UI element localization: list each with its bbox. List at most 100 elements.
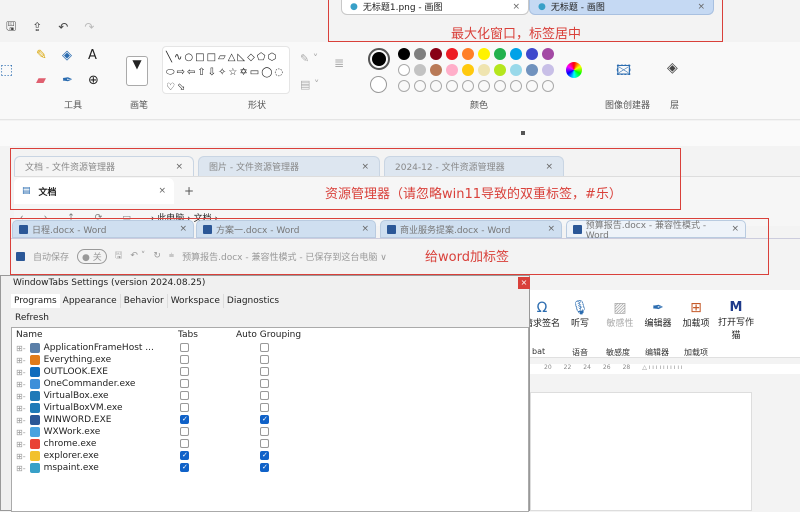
autosave-toggle[interactable]: ● 关 <box>77 248 107 264</box>
color-swatch[interactable] <box>398 64 410 76</box>
open-xiezuomao-button[interactable]: M 打开写作猫 <box>716 300 756 341</box>
tab-appearance[interactable]: Appearance <box>60 294 121 308</box>
select-icon[interactable]: ⬚ <box>0 62 13 78</box>
sensitivity-button[interactable]: ▨ 敏感性 <box>602 300 638 329</box>
tabs-checkbox[interactable] <box>180 427 189 436</box>
outline-icon[interactable]: ✎ ˅ <box>300 52 318 65</box>
color-swatch[interactable] <box>430 48 442 60</box>
color-swatch[interactable] <box>542 48 554 60</box>
color-swatch[interactable] <box>414 48 426 60</box>
column-name[interactable]: Name <box>16 330 43 340</box>
close-button[interactable]: × <box>518 277 530 289</box>
refresh-button[interactable]: Refresh <box>15 313 49 323</box>
eraser-icon[interactable]: ▰ <box>36 73 62 88</box>
close-tab-icon[interactable]: × <box>731 224 739 234</box>
expand-icon[interactable]: ⊞- <box>16 392 26 401</box>
expand-icon[interactable]: ⊞- <box>16 416 26 425</box>
tabs-checkbox[interactable] <box>180 379 189 388</box>
auto-grouping-checkbox[interactable] <box>260 343 269 352</box>
color-swatch[interactable] <box>494 80 506 92</box>
explorer-inner-tab[interactable]: ▤ 文档 × <box>14 178 174 204</box>
tab-diagnostics[interactable]: Diagnostics <box>224 294 282 308</box>
primary-color[interactable] <box>368 48 390 70</box>
expand-icon[interactable]: ⊞- <box>16 428 26 437</box>
color-swatch[interactable] <box>462 64 474 76</box>
auto-grouping-checkbox[interactable] <box>260 463 269 472</box>
close-tab-icon[interactable]: × <box>361 224 369 234</box>
tab-programs[interactable]: Programs <box>11 294 60 308</box>
close-tab-icon[interactable]: × <box>179 224 187 234</box>
color-swatch[interactable] <box>398 80 410 92</box>
image-creator-icon[interactable]: 🖾 <box>616 60 631 84</box>
tabs-checkbox[interactable] <box>180 451 189 460</box>
indent-marker[interactable]: △ ı ı ı ı ı ı ı ı ı ı <box>642 364 682 374</box>
color-swatch[interactable] <box>510 80 522 92</box>
expand-icon[interactable]: ⊞- <box>16 464 26 473</box>
shapes-gallery[interactable]: ╲∿○□□▱△◺◇⬠⬡⬭⇨⇦⇧⇩✧☆✡▭◯◌♡⬂ <box>162 46 290 94</box>
close-tab-icon[interactable]: × <box>361 162 369 172</box>
undo-icon[interactable]: ↶ ˅ <box>130 251 145 261</box>
word-tab[interactable]: 日程.docx - Word × <box>12 220 194 238</box>
tab-behavior[interactable]: Behavior <box>121 294 168 308</box>
column-auto-grouping[interactable]: Auto Grouping <box>236 330 301 340</box>
tabs-checkbox[interactable] <box>180 367 189 376</box>
column-tabs[interactable]: Tabs <box>178 330 198 340</box>
expand-icon[interactable]: ⊞- <box>16 344 26 353</box>
auto-grouping-checkbox[interactable] <box>260 367 269 376</box>
explorer-outer-tab[interactable]: 文档 - 文件资源管理器 × <box>14 156 194 176</box>
color-swatch[interactable] <box>446 64 458 76</box>
close-tab-icon[interactable]: × <box>512 2 520 12</box>
close-tab-icon[interactable]: × <box>697 2 705 12</box>
resize-handle[interactable] <box>521 131 525 135</box>
expand-icon[interactable]: ⊞- <box>16 452 26 461</box>
undo-icon[interactable]: ↶ <box>58 20 68 34</box>
expand-icon[interactable]: ⊞- <box>16 368 26 377</box>
share-icon[interactable]: ⇪ <box>32 20 42 34</box>
secondary-color[interactable] <box>370 76 387 93</box>
color-swatch[interactable] <box>462 80 474 92</box>
customize-icon[interactable]: ⩧ <box>169 251 174 261</box>
redo-icon[interactable]: ↷ <box>84 20 94 34</box>
auto-grouping-checkbox[interactable] <box>260 379 269 388</box>
close-tab-icon[interactable]: × <box>158 186 166 196</box>
auto-grouping-checkbox[interactable] <box>260 439 269 448</box>
save-icon[interactable]: 🖫 <box>115 248 123 264</box>
new-tab-button[interactable]: + <box>184 184 194 198</box>
expand-icon[interactable]: ⊞- <box>16 380 26 389</box>
canvas-area[interactable] <box>0 121 800 146</box>
paint-tab[interactable]: ● 无标题1.png - 画图 × <box>341 0 529 15</box>
color-swatch[interactable] <box>526 80 538 92</box>
tabs-checkbox[interactable] <box>180 415 189 424</box>
color-swatch[interactable] <box>478 80 490 92</box>
color-swatch[interactable] <box>510 64 522 76</box>
expand-icon[interactable]: ⊞- <box>16 356 26 365</box>
color-swatch[interactable] <box>494 48 506 60</box>
color-swatch[interactable] <box>510 48 522 60</box>
tabs-checkbox[interactable] <box>180 343 189 352</box>
color-swatch[interactable] <box>430 64 442 76</box>
color-swatch[interactable] <box>542 80 554 92</box>
expand-icon[interactable]: ⊞- <box>16 404 26 413</box>
color-swatch[interactable] <box>398 48 410 60</box>
tabs-checkbox[interactable] <box>180 439 189 448</box>
dictate-button[interactable]: 🎙 听写 <box>562 300 598 329</box>
explorer-outer-tab[interactable]: 图片 - 文件资源管理器 × <box>198 156 380 176</box>
auto-grouping-checkbox[interactable] <box>260 355 269 364</box>
color-swatch[interactable] <box>478 48 490 60</box>
tabs-checkbox[interactable] <box>180 463 189 472</box>
text-icon[interactable]: A <box>88 48 114 63</box>
auto-grouping-checkbox[interactable] <box>260 415 269 424</box>
redo-icon[interactable]: ↻ <box>153 251 161 261</box>
color-swatch[interactable] <box>414 64 426 76</box>
fill-style-icon[interactable]: ▤ ˅ <box>300 78 319 91</box>
color-swatch[interactable] <box>446 80 458 92</box>
paint-tab[interactable]: ● 无标题 - 画图 × <box>529 0 714 15</box>
tabs-checkbox[interactable] <box>180 391 189 400</box>
close-tab-icon[interactable]: × <box>545 162 553 172</box>
color-swatch[interactable] <box>430 80 442 92</box>
close-tab-icon[interactable]: × <box>175 162 183 172</box>
auto-grouping-checkbox[interactable] <box>260 427 269 436</box>
edit-colors-icon[interactable] <box>566 62 582 78</box>
tabs-checkbox[interactable] <box>180 403 189 412</box>
color-swatch[interactable] <box>494 64 506 76</box>
